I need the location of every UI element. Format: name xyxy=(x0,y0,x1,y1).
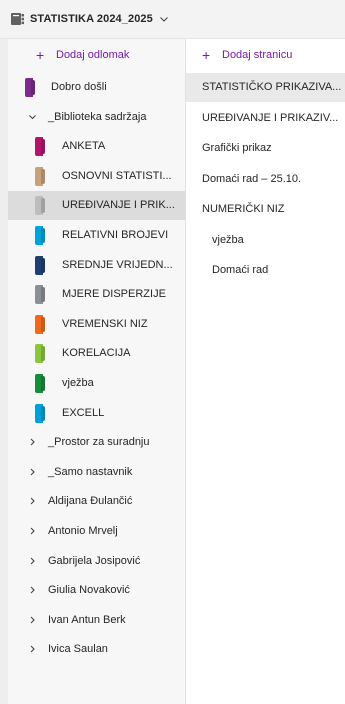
section-group[interactable]: _Biblioteka sadržaja xyxy=(8,103,185,132)
section-group[interactable]: Ivan Antun Berk xyxy=(8,606,185,635)
section-group[interactable]: Gabrijela Josipović xyxy=(8,547,185,576)
section-group-label: Gabrijela Josipović xyxy=(48,555,141,567)
subpage-item[interactable]: Domaći rad xyxy=(186,256,345,285)
page-label: NUMERIČKI NIZ xyxy=(202,203,285,215)
section-color-tab-icon xyxy=(35,315,43,334)
pane-edge-strip xyxy=(0,39,8,704)
notebook-title: STATISTIKA 2024_2025 xyxy=(30,13,153,25)
chevron-right-icon[interactable] xyxy=(28,585,37,595)
chevron-down-icon[interactable] xyxy=(159,14,169,24)
section-color-tab-icon xyxy=(35,344,43,363)
section-group-label: Giulia Novaković xyxy=(48,584,130,596)
section-label: ANKETA xyxy=(62,140,106,152)
section-label: Dobro došli xyxy=(51,81,107,93)
chevron-down-icon[interactable] xyxy=(28,112,37,122)
page-item[interactable]: NUMERIČKI NIZ xyxy=(186,195,345,224)
section-group[interactable]: Aldijana Đulančić xyxy=(8,487,185,516)
chevron-right-icon[interactable] xyxy=(28,526,37,536)
section-item[interactable]: MJERE DISPERZIJE xyxy=(8,280,185,309)
page-label: vježba xyxy=(212,234,244,246)
page-label: Domaći rad xyxy=(212,264,269,276)
add-page-label: Dodaj stranicu xyxy=(222,49,293,61)
section-item[interactable]: EXCELL xyxy=(8,399,185,428)
section-item[interactable]: RELATIVNI BROJEVI xyxy=(8,221,185,250)
section-color-tab-icon xyxy=(35,374,43,393)
page-item[interactable]: Grafički prikaz xyxy=(186,134,345,163)
section-group-label: Antonio Mrvelj xyxy=(48,525,118,537)
section-item[interactable]: KORELACIJA xyxy=(8,339,185,368)
section-group-label: Aldijana Đulančić xyxy=(48,495,133,507)
page-label: Domaći rad – 25.10. xyxy=(202,173,302,185)
add-page-button[interactable]: + Dodaj stranicu xyxy=(202,43,292,67)
section-color-tab-icon xyxy=(35,137,43,156)
page-label: STATISTIČKO PRIKAZIVA... xyxy=(202,81,342,93)
section-group-label: _Biblioteka sadržaja xyxy=(48,111,147,123)
section-label: KORELACIJA xyxy=(62,347,131,359)
section-group[interactable]: Antonio Mrvelj xyxy=(8,517,185,546)
section-group[interactable]: _Prostor za suradnju xyxy=(8,428,185,457)
add-section-button[interactable]: + Dodaj odlomak xyxy=(36,43,129,67)
section-group[interactable]: Giulia Novaković xyxy=(8,576,185,605)
chevron-right-icon[interactable] xyxy=(28,615,37,625)
page-label: Grafički prikaz xyxy=(202,142,272,154)
section-item[interactable]: SREDNJE VRIJEDN... xyxy=(8,251,185,280)
section-item[interactable]: OSNOVNI STATISTI... xyxy=(8,162,185,191)
page-item[interactable]: STATISTIČKO PRIKAZIVA... xyxy=(186,73,345,102)
section-color-tab-icon xyxy=(35,404,43,423)
page-label: UREĐIVANJE I PRIKAZIV... xyxy=(202,112,339,124)
section-label: MJERE DISPERZIJE xyxy=(62,288,166,300)
section-label: EXCELL xyxy=(62,407,105,419)
section-group-label: Ivan Antun Berk xyxy=(48,614,126,626)
section-color-tab-icon xyxy=(35,226,43,245)
section-item[interactable]: vježba xyxy=(8,369,185,398)
chevron-right-icon[interactable] xyxy=(28,437,37,447)
section-color-tab-icon xyxy=(35,167,43,186)
section-group-label: _Samo nastavnik xyxy=(48,466,133,478)
section-group-label: Ivica Saulan xyxy=(48,643,108,655)
section-item[interactable]: ANKETA xyxy=(8,132,185,161)
chevron-right-icon[interactable] xyxy=(28,556,37,566)
plus-icon: + xyxy=(202,47,211,63)
chevron-right-icon[interactable] xyxy=(28,467,37,477)
subpage-item[interactable]: vježba xyxy=(186,226,345,255)
section-color-tab-icon xyxy=(35,256,43,275)
section-item[interactable]: UREĐIVANJE I PRIK... xyxy=(8,191,185,220)
section-label: RELATIVNI BROJEVI xyxy=(62,229,169,241)
section-group[interactable]: _Samo nastavnik xyxy=(8,458,185,487)
section-label: vježba xyxy=(62,377,94,389)
section-color-tab-icon xyxy=(25,78,33,97)
section-color-tab-icon xyxy=(35,196,43,215)
section-label: SREDNJE VRIJEDN... xyxy=(62,259,173,271)
page-item[interactable]: Domaći rad – 25.10. xyxy=(186,165,345,194)
chevron-right-icon[interactable] xyxy=(28,644,37,654)
page-item[interactable]: UREĐIVANJE I PRIKAZIV... xyxy=(186,104,345,133)
section-label: UREĐIVANJE I PRIK... xyxy=(62,199,175,211)
plus-icon: + xyxy=(36,47,45,63)
section-label: VREMENSKI NIZ xyxy=(62,318,148,330)
notebook-icon xyxy=(11,13,24,25)
section-item[interactable]: Dobro došli xyxy=(8,73,185,102)
section-group-label: _Prostor za suradnju xyxy=(48,436,150,448)
section-group[interactable]: Ivica Saulan xyxy=(8,635,185,664)
chevron-right-icon[interactable] xyxy=(28,496,37,506)
section-item[interactable]: VREMENSKI NIZ xyxy=(8,310,185,339)
section-label: OSNOVNI STATISTI... xyxy=(62,170,172,182)
add-section-label: Dodaj odlomak xyxy=(56,49,130,61)
section-color-tab-icon xyxy=(35,285,43,304)
notebook-header[interactable]: STATISTIKA 2024_2025 xyxy=(0,0,345,38)
